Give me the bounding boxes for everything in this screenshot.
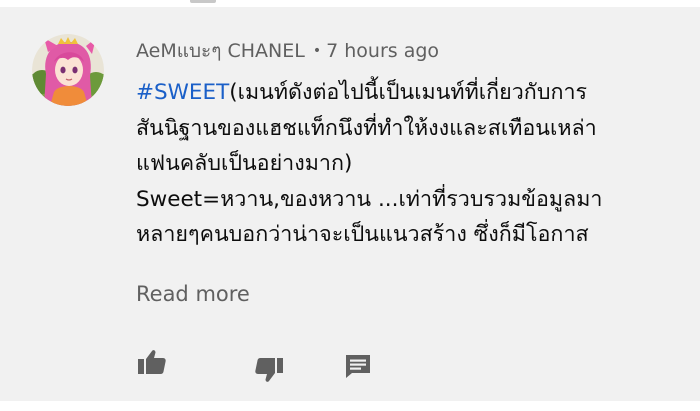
thumb-down-icon — [255, 358, 283, 382]
comment-text: #SWEET(เมนท์ดังต่อไปนี้เป็นเมนท์ที่เกี่ย… — [136, 75, 676, 253]
comment-line-1-text: (เมนท์ดังต่อไปนี้เป็นเมนท์ที่เกี่ยวกับกา… — [229, 80, 588, 105]
like-button[interactable] — [136, 346, 168, 378]
comment-header: AeMแบะๆ CHANEL • 7 hours ago — [136, 38, 439, 64]
avatar[interactable] — [32, 34, 104, 106]
comment-line-5: หลายๆคนบอกว่าน่าจะเป็นแนวสร้าง ซึ่งก็มีโ… — [136, 222, 589, 247]
dislike-button[interactable] — [253, 354, 285, 386]
reply-button[interactable] — [342, 350, 374, 382]
comment-icon — [346, 355, 370, 378]
top-strip-mark — [190, 0, 216, 3]
author-name[interactable]: AeMแบะๆ CHANEL — [136, 40, 305, 62]
comment-line-1: #SWEET(เมนท์ดังต่อไปนี้เป็นเมนท์ที่เกี่ย… — [136, 75, 676, 111]
top-strip — [0, 0, 700, 7]
hashtag-link[interactable]: #SWEET — [136, 80, 229, 105]
bottom-divider — [0, 401, 700, 411]
comment-line-3: แฟนคลับเป็นอย่างมาก) — [136, 151, 353, 176]
avatar-image — [32, 34, 104, 106]
comment-card: AeMแบะๆ CHANEL • 7 hours ago #SWEET(เมนท์ด… — [0, 0, 700, 411]
comment-line-2: สันนิฐานของแฮชแท็กนึงที่ทำให้งงและสเทือน… — [136, 115, 597, 141]
timestamp[interactable]: 7 hours ago — [326, 40, 439, 62]
comment-line-4: Sweet=หวาน,ของหวาน ...เท่าที่รวบรวมข้อมู… — [136, 186, 603, 212]
read-more-link[interactable]: Read more — [136, 279, 250, 309]
meta-separator: • — [312, 43, 322, 59]
thumb-up-icon — [138, 350, 166, 374]
